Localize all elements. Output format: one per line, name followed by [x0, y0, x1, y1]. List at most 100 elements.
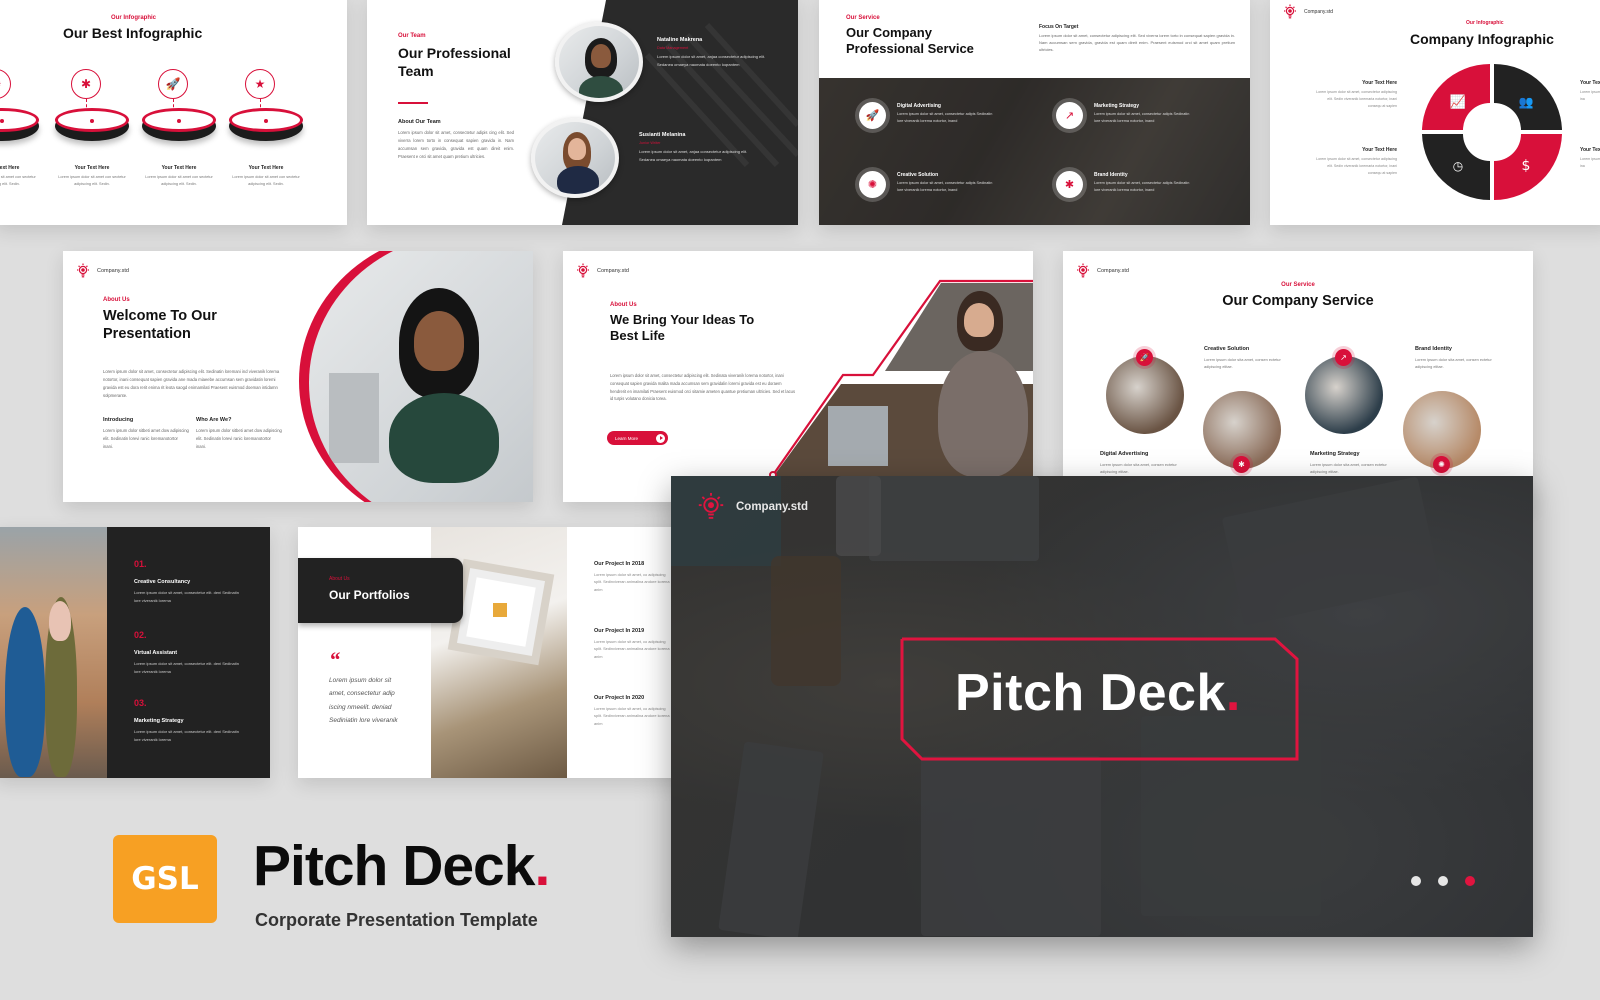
bulb-icon — [696, 492, 726, 522]
service-photo — [1305, 356, 1383, 434]
portfolio-quote: Lorem ipsum dolor sit amet, consectetur … — [329, 677, 398, 724]
pagination-dot-active[interactable] — [1465, 876, 1475, 886]
hero-title: Pitch Deck. — [955, 663, 1241, 723]
slide-company-infographic[interactable]: Company.std Our Infographic Company Info… — [1270, 0, 1600, 225]
product-title: Pitch Deck. — [253, 838, 550, 895]
project-title: Our Project In 2020 — [594, 695, 645, 701]
ring-center-dot — [0, 119, 4, 123]
slide-company-service[interactable]: Company.std Our Service Our Company Serv… — [1063, 251, 1533, 502]
infographic-text: Lorem ipsum adipiscing el notortor, ina — [1580, 157, 1600, 168]
item-label: Your Text Here — [74, 165, 110, 171]
portfolio-title-card: About Us Our Portfolios — [298, 558, 463, 623]
service-text: Lorem ipsum dolor sit amet, consectetur … — [897, 181, 993, 193]
item-number: 02. — [134, 630, 147, 640]
project-text: Lorem ipsum dolor sit amet, co adipiscin… — [594, 572, 670, 592]
introducing-heading: Introducing — [103, 417, 134, 423]
slide-professional-service[interactable]: Our Service Our Company Professional Ser… — [819, 0, 1250, 225]
puzzle-ring-chart: 📈 👥 ◷ $ — [1422, 64, 1562, 200]
money-hand-icon: $ — [1522, 158, 1531, 174]
item-text: Lorem ipsum dolor sit amet con sectetur … — [145, 175, 213, 187]
member-name: Susianti Melanina — [639, 132, 686, 138]
item-text: Lorem ipsum dolor sit amet, consectetur … — [134, 661, 239, 674]
service-title: Marketing Strategy — [1094, 103, 1140, 109]
infographic-label: Your Text Here — [1580, 80, 1600, 86]
service-title: Marketing Strategy — [1310, 451, 1360, 457]
item-number: 03. — [134, 698, 147, 708]
quote-mark: “ — [329, 647, 340, 672]
infographic-label: Your Text Here — [1580, 147, 1600, 153]
service-text: Lorem ipsum dolor sita amet, consen ecte… — [1204, 357, 1281, 370]
slide-ideas[interactable]: Company.std About Us We Bring Your Ideas… — [563, 251, 1033, 502]
company-logo: Company.std — [1282, 4, 1333, 20]
project-title: Our Project In 2018 — [594, 561, 645, 567]
who-are-we-text: Lorem ipsum dolor sitbeti amet dow adipi… — [196, 428, 282, 449]
item-text: Lorem ipsum dolor sit amet con sectetur … — [58, 175, 126, 187]
service-photo-panel — [819, 78, 1250, 225]
slide-title: Our Company Service — [1222, 293, 1374, 309]
hero-company-name: Company.std — [736, 501, 808, 513]
gsl-badge-label: GSL — [131, 861, 199, 897]
service-title: Digital Advertising — [897, 103, 941, 109]
ring-center-dot — [264, 119, 268, 123]
project-text: Lorem ipsum dolor sit amet, co adipiscin… — [594, 706, 670, 726]
service-title: Brand Identity — [1094, 172, 1128, 178]
item-label: Your Text Here — [161, 165, 197, 171]
focus-heading: Focus On Target — [1039, 24, 1079, 30]
bulb-icon — [75, 263, 91, 279]
puzzle-icon: ✱ — [1056, 171, 1083, 198]
item-number: 01. — [134, 559, 147, 569]
item-label: Your Text Here — [0, 165, 20, 171]
slide-kicker: Our Service — [1281, 282, 1315, 288]
item-title: Virtual Assistant — [134, 650, 178, 656]
ring-center-dot — [90, 119, 94, 123]
title-line-1: Our Company — [846, 25, 932, 40]
infographic-label: Your Text Here — [1362, 147, 1397, 153]
pagination-dot[interactable] — [1438, 876, 1448, 886]
about-team-text: Lorem ipsum dolor sit amet, consectetur … — [398, 130, 514, 159]
who-are-we-heading: Who Are We? — [196, 417, 232, 423]
slide-kicker: Our Infographic — [111, 15, 156, 21]
member-role: Data Management — [657, 46, 689, 50]
service-title: Creative Solution — [897, 172, 939, 178]
slide-title: Our Portfolios — [329, 588, 410, 602]
slide-professional-team[interactable]: Our Team Our Professional Team About Our… — [367, 0, 798, 225]
welcome-body: Lorem ipsum dolor sit amet, consectetur … — [103, 369, 280, 398]
target-icon: ✺ — [0, 69, 11, 99]
infographic-text: Lorem ipsum dolor sit amet, consectetur … — [1316, 157, 1397, 175]
slide-portfolios[interactable]: About Us Our Portfolios “ Lorem ipsum do… — [298, 527, 698, 778]
title-line-2: Professional Service — [846, 41, 974, 57]
item-text: Lorem ipsum dolor sit amet, consectetur … — [134, 729, 239, 742]
service-text: Lorem ipsum dolor sita amet, consen ecte… — [1100, 462, 1177, 475]
service-text: Lorem ipsum dolor sita amet, consen ecte… — [1310, 462, 1387, 475]
growth-chart-icon: 📈 — [1450, 94, 1466, 110]
office-walk-photo — [0, 527, 107, 778]
slide-numbered-services[interactable]: 01. Creative Consultancy Lorem ipsum dolor… — [0, 527, 270, 778]
pagination-dot[interactable] — [1411, 876, 1421, 886]
team-icon: 👥 — [1519, 95, 1534, 109]
infographic-text: Lorem ipsum dolor sit amet, consectetur … — [1316, 90, 1397, 108]
hero-title-dot: . — [1225, 664, 1241, 722]
member-card-2: Susianti Melanina Junior Writer Lorem ip… — [639, 132, 749, 163]
item-title: Creative Consultancy — [134, 579, 191, 585]
title-line-1: Welcome To Our — [103, 308, 217, 324]
member-role: Junior Writer — [639, 141, 661, 145]
item-label: Your Text Here — [248, 165, 284, 171]
service-title: Creative Solution — [1204, 346, 1250, 352]
title-line-2: Presentation — [103, 326, 191, 343]
item-text: Lorem ipsum dolor sit amet, consectetur … — [134, 590, 239, 603]
star-icon: ★ — [245, 69, 275, 99]
company-name: Company.std — [1097, 268, 1129, 274]
slide-welcome[interactable]: Company.std About Us Welcome To Our Pres… — [63, 251, 533, 502]
rocket-icon: 🚀 — [158, 69, 188, 99]
service-text: Lorem ipsum dolor sit amet, consectetur … — [1094, 181, 1190, 193]
company-logo: Company.std — [75, 263, 129, 279]
member-text: Lorem ipsum dolor sit amet, anjaa consec… — [639, 149, 748, 162]
member-photo-2 — [531, 118, 619, 198]
product-subtitle: Corporate Presentation Template — [255, 910, 538, 930]
slide-hero-pitch-deck[interactable]: Company.std Pitch Deck. — [671, 476, 1533, 937]
bulb-icon: ✺ — [859, 171, 886, 198]
infographic-text: Lorem ipsum adipiscing el notortor, ina — [1580, 90, 1600, 101]
slide-best-infographic[interactable]: Our Infographic Our Best Infographic ✺ Yo… — [0, 0, 347, 225]
member-card-1: Nataline Makrena Data Management Lorem i… — [657, 37, 767, 68]
slide-kicker: Our Infographic — [1466, 20, 1504, 26]
